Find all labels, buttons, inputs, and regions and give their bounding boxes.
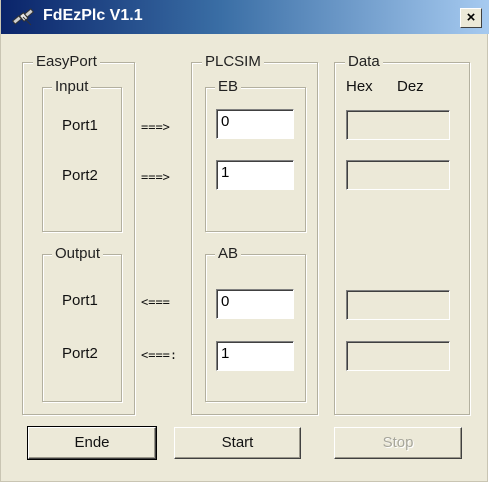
hex-label: Hex <box>346 78 373 95</box>
ab-legend: AB <box>215 245 242 263</box>
satellite-icon <box>11 8 35 26</box>
close-button[interactable]: × <box>460 8 482 28</box>
ab-field-1[interactable]: 0 <box>216 289 294 319</box>
eb-field-2[interactable]: 1 <box>216 160 294 190</box>
data-field-input-port1 <box>346 110 450 140</box>
ab-field-2[interactable]: 1 <box>216 341 294 371</box>
output-port2-label: Port2 <box>62 345 98 362</box>
window-title: FdEzPlc V1.1 <box>43 7 143 24</box>
eb-legend: EB <box>215 78 242 96</box>
data-field-output-port1 <box>346 290 450 320</box>
output-legend: Output <box>52 245 104 263</box>
start-button[interactable]: Start <box>174 427 301 459</box>
input-port1-label: Port1 <box>62 117 98 134</box>
dez-label: Dez <box>397 78 424 95</box>
arrow-output-port2: <===: <box>141 348 178 362</box>
app-window: FdEzPlc V1.1 × EasyPort Input Port1 Port… <box>0 0 489 482</box>
eb-field-1[interactable]: 0 <box>216 109 294 139</box>
input-port2-label: Port2 <box>62 167 98 184</box>
stop-button[interactable]: Stop <box>334 427 462 459</box>
easyport-legend: EasyPort <box>33 53 100 71</box>
plcsim-legend: PLCSIM <box>202 53 264 71</box>
title-bar[interactable]: FdEzPlc V1.1 × <box>1 0 489 34</box>
arrow-input-port2: ===> <box>141 170 170 184</box>
data-field-input-port2 <box>346 160 450 190</box>
ende-button[interactable]: Ende <box>27 426 157 460</box>
output-group: Output <box>42 245 122 402</box>
arrow-output-port1: <=== <box>141 295 170 309</box>
input-group: Input <box>42 78 122 232</box>
arrow-input-port1: ===> <box>141 120 170 134</box>
data-legend: Data <box>345 53 383 71</box>
ab-group: AB <box>205 245 306 402</box>
input-legend: Input <box>52 78 92 96</box>
output-port1-label: Port1 <box>62 292 98 309</box>
close-icon: × <box>466 9 476 26</box>
data-field-output-port2 <box>346 341 450 371</box>
